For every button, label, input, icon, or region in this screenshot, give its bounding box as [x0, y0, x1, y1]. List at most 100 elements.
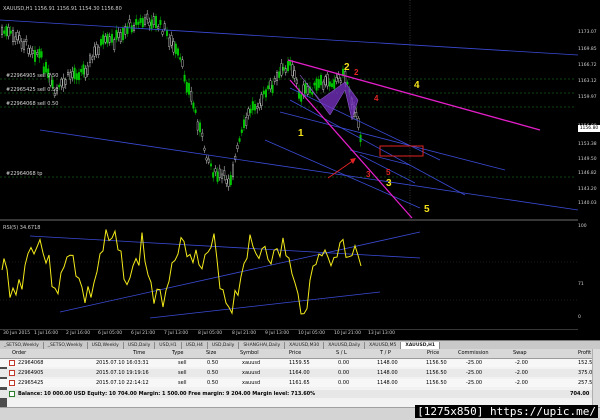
candle-body — [137, 21, 140, 25]
order-level-label: #22964068 sell 0.50 — [6, 101, 59, 107]
candle-body — [71, 71, 74, 78]
current-price-tag: 1156.80 — [578, 125, 600, 132]
candle-body — [73, 67, 76, 80]
candle-body — [16, 32, 19, 40]
candle-body — [179, 57, 182, 60]
candle-body — [293, 70, 296, 79]
candle-body — [31, 50, 34, 54]
candle-body — [113, 39, 116, 50]
price-tick-label: 1166.72 — [578, 63, 597, 68]
candle-body — [333, 79, 336, 89]
trade-row[interactable]: 22965425 2015.07.10 22:14:12 sell 0.50 xauus… — [0, 379, 596, 387]
column-header[interactable]: Price — [289, 350, 301, 356]
time-tick-label: 8 Jul 05:00 — [198, 331, 223, 336]
chart-area[interactable]: XAUUSD,H1 1156.91 1156.91 1154.30 1156.8… — [0, 0, 600, 340]
wave-label: 1 — [298, 128, 304, 139]
order-level-label: #22964068 tp — [6, 171, 43, 177]
column-header[interactable]: S / L — [336, 350, 347, 356]
candle-body — [190, 91, 193, 102]
candle-body — [313, 82, 316, 86]
candle-body — [207, 158, 210, 163]
candle-body — [82, 64, 85, 75]
candle-body — [265, 89, 268, 98]
column-header[interactable]: Price — [427, 350, 439, 356]
candle-body — [5, 25, 8, 37]
candle-body — [260, 94, 263, 106]
order-level-label: #22965425 sell 0.50 — [6, 87, 59, 93]
candle-body — [192, 102, 195, 109]
candle-body — [320, 75, 323, 86]
candle-body — [304, 83, 307, 94]
trade-row[interactable]: 22964905 2015.07.10 19:19:16 sell 0.50 xauus… — [0, 369, 596, 377]
candle-body — [317, 79, 320, 88]
candle-body — [170, 35, 173, 46]
candle-body — [273, 78, 276, 82]
trade-tp-cell: 1148.00 — [377, 370, 398, 376]
price-chart[interactable] — [0, 0, 578, 330]
column-header[interactable]: Profit — [578, 350, 591, 356]
total-profit: 704.00 — [570, 391, 590, 397]
wave-label: 3 — [366, 170, 371, 179]
trade-symbol-cell: xauusd — [242, 380, 261, 386]
wave-label: 2 — [344, 62, 350, 73]
column-header[interactable]: Symbol — [240, 350, 259, 356]
candle-body — [174, 43, 177, 54]
candle-body — [196, 121, 199, 131]
column-header[interactable]: Size — [206, 350, 216, 356]
trade-commission-cell: -25.00 — [466, 370, 483, 376]
balance-summary: Balance: 10 000.00 USD Equity: 10 704.00… — [18, 391, 316, 397]
candle-body — [346, 81, 349, 85]
trade-order-cell: 22965425 — [18, 380, 44, 386]
candle-body — [53, 92, 56, 96]
candle-body — [251, 101, 254, 111]
candle-body — [247, 108, 250, 116]
candle-body — [97, 46, 100, 55]
candle-body — [187, 83, 190, 95]
candle-body — [269, 80, 272, 90]
candle-body — [295, 79, 298, 84]
column-header[interactable]: Commission — [458, 350, 489, 356]
candle-body — [121, 28, 124, 41]
trade-symbol-cell: xauusd — [242, 370, 261, 376]
candle-body — [276, 72, 279, 81]
wave-label: 4 — [414, 80, 420, 91]
column-header[interactable]: Order — [12, 350, 26, 356]
candle-body — [216, 171, 219, 182]
candle-body — [339, 80, 342, 83]
symbol-info: XAUUSD,H1 1156.91 1156.91 1154.30 1156.8… — [3, 6, 122, 12]
candle-body — [201, 132, 204, 137]
rsi-tick-label: 0 — [578, 315, 581, 320]
candle-body — [77, 72, 80, 81]
candle-body — [163, 23, 166, 30]
candle-body — [106, 33, 109, 44]
candle-body — [66, 71, 69, 76]
time-tick-label: 9 Jul 13:00 — [265, 331, 290, 336]
trade-type-cell: sell — [178, 380, 187, 386]
trade-symbol-cell: xauusd — [242, 360, 261, 366]
trade-type-cell: sell — [178, 370, 187, 376]
candle-body — [128, 19, 131, 24]
wave-label: 2 — [354, 68, 359, 77]
trade-size-cell: 0.50 — [207, 370, 219, 376]
candle-body — [62, 78, 65, 88]
candle-body — [60, 78, 63, 87]
candle-body — [209, 163, 212, 167]
time-tick-label: 10 Jul 21:00 — [334, 331, 361, 336]
candle-body — [115, 30, 118, 40]
candle-body — [225, 179, 228, 184]
candle-body — [271, 84, 274, 93]
candle-body — [355, 112, 358, 117]
candle-body — [88, 54, 91, 63]
candle-body — [203, 147, 206, 151]
balance-icon — [9, 391, 15, 397]
candle-body — [58, 84, 61, 88]
candle-body — [231, 164, 234, 178]
trade-commission-cell: -25.00 — [466, 380, 483, 386]
column-header[interactable]: Time — [133, 350, 145, 356]
column-header[interactable]: Type — [172, 350, 183, 356]
column-header[interactable]: T / P — [380, 350, 391, 356]
trade-row[interactable]: 22964068 2015.07.10 16:03:31 sell 0.50 xauus… — [0, 359, 596, 367]
candle-body — [135, 19, 138, 25]
candle-body — [119, 32, 122, 42]
column-header[interactable]: Swap — [513, 350, 527, 356]
